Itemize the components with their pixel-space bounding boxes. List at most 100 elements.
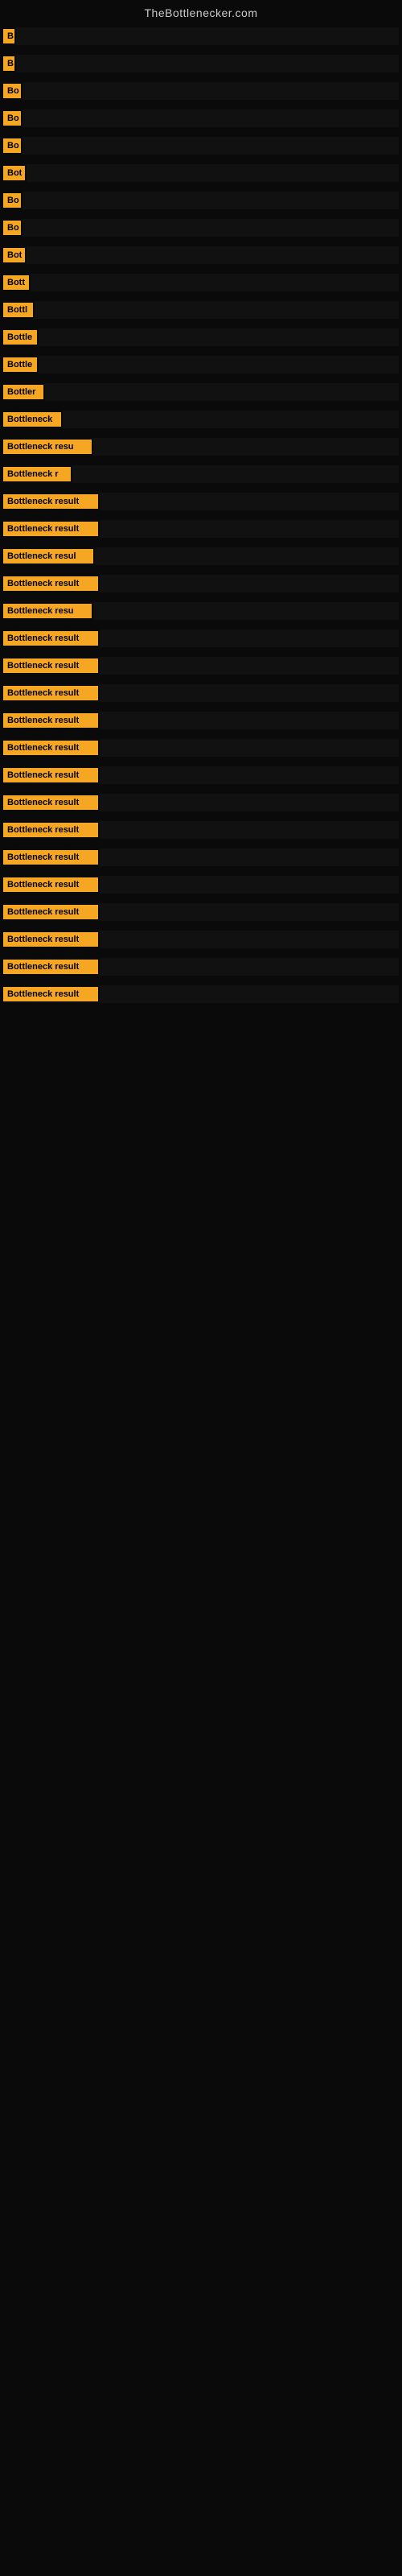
bar-row: B [0,50,402,77]
bar-label: Bottleneck result [3,494,98,509]
bar-row: Bot [0,159,402,187]
bar-track [100,766,399,784]
bar-track [100,931,399,948]
bar-track [93,438,399,456]
bar-row: Bottleneck resul [0,543,402,570]
bar-track [100,520,399,538]
bar-label: Bo [3,193,21,208]
bar-track [63,411,399,428]
bar-label: Bottleneck resul [3,549,93,564]
bar-row: Bottl [0,296,402,324]
bar-track [93,602,399,620]
bar-row: Bottle [0,324,402,351]
bar-row: Bot [0,242,402,269]
bar-track [100,821,399,839]
bar-track [45,383,399,401]
bar-label: Bottleneck result [3,960,98,974]
bar-row: Bottleneck result [0,844,402,871]
bar-row: Bottle [0,351,402,378]
bar-row: Bottleneck result [0,871,402,898]
bar-row: Bottleneck result [0,898,402,926]
bar-label: Bo [3,84,21,98]
bar-row: Bottleneck result [0,926,402,953]
bar-row: Bottleneck result [0,515,402,543]
bar-label: Bot [3,166,25,180]
bar-label: Bottleneck result [3,932,98,947]
bar-row: Bottleneck resu [0,597,402,625]
bar-label: Bottleneck result [3,741,98,755]
bar-label: Bottleneck result [3,850,98,865]
bar-track [16,27,399,45]
bar-row: Bottleneck result [0,679,402,707]
bar-track [23,109,399,127]
bar-row: Bo [0,105,402,132]
bar-row: Bo [0,214,402,242]
bar-track [39,356,399,374]
bar-row: Bottleneck result [0,570,402,597]
bar-label: Bottleneck result [3,877,98,892]
bar-track [100,958,399,976]
bar-track [23,137,399,155]
bar-label: Bottleneck result [3,795,98,810]
bar-track [23,219,399,237]
bar-track [100,848,399,866]
bar-track [100,876,399,894]
bar-label: Bottle [3,330,37,345]
bar-track [100,739,399,757]
bar-row: Bo [0,187,402,214]
bar-row: Bottleneck r [0,460,402,488]
bar-label: Bo [3,138,21,153]
bar-row: Bottleneck result [0,707,402,734]
bar-row: Bottleneck result [0,734,402,762]
bar-track [100,712,399,729]
bar-row: Bottler [0,378,402,406]
bar-row: Bottleneck [0,406,402,433]
bar-label: Bottleneck resu [3,440,92,454]
bar-label: Bottleneck result [3,768,98,782]
bar-label: Bottleneck result [3,576,98,591]
bar-row: Bott [0,269,402,296]
bar-track [27,246,399,264]
bar-label: B [3,56,14,71]
bar-row: Bottleneck result [0,652,402,679]
bar-label: Bottleneck result [3,823,98,837]
bar-track [100,684,399,702]
bar-label: Bottleneck r [3,467,71,481]
bar-track [39,328,399,346]
site-title: TheBottlenecker.com [0,0,402,23]
bar-track [23,192,399,209]
bar-label: Bottleneck result [3,987,98,1001]
bar-row: B [0,23,402,50]
bar-track [100,657,399,675]
bar-row: Bottleneck result [0,789,402,816]
bar-row: Bottleneck resu [0,433,402,460]
bar-row: Bottleneck result [0,625,402,652]
bar-row: Bottleneck result [0,816,402,844]
bar-track [27,164,399,182]
bar-track [16,55,399,72]
bar-label: Bottleneck result [3,713,98,728]
bar-track [100,630,399,647]
bar-track [95,547,399,565]
bar-track [100,903,399,921]
bar-label: Bottl [3,303,33,317]
bar-label: Bottleneck resu [3,604,92,618]
bar-track [100,985,399,1003]
bar-label: B [3,29,14,43]
bar-label: Bottleneck result [3,522,98,536]
bar-label: Bo [3,221,21,235]
bar-row: Bo [0,132,402,159]
bar-label: Bottler [3,385,43,399]
bar-label: Bott [3,275,29,290]
bar-track [31,274,399,291]
bar-row: Bottleneck result [0,980,402,1008]
bar-label: Bottleneck result [3,658,98,673]
bar-label: Bottleneck [3,412,61,427]
bar-row: Bottleneck result [0,488,402,515]
bar-track [100,575,399,592]
bar-label: Bo [3,111,21,126]
bar-track [100,794,399,811]
bar-track [35,301,399,319]
bar-label: Bot [3,248,25,262]
bar-row: Bo [0,77,402,105]
